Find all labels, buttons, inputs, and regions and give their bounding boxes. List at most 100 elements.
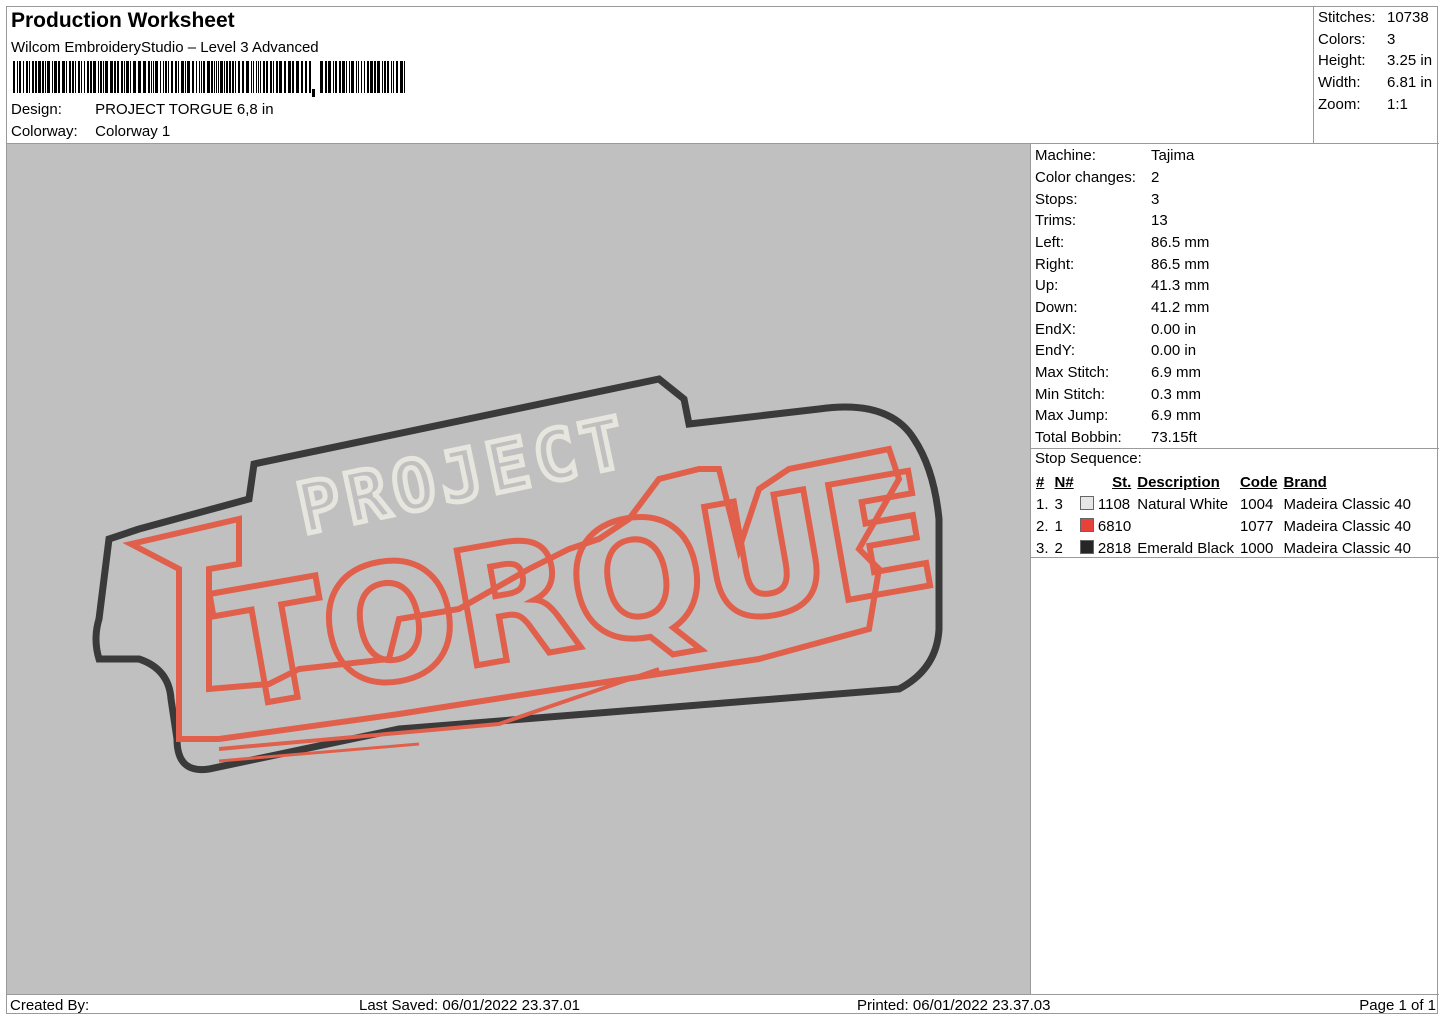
info-label: Trims: (1035, 212, 1077, 229)
col-header-num: # (1036, 473, 1045, 491)
summary-value: 3 (1387, 30, 1396, 48)
thread-description: Natural White (1137, 495, 1229, 513)
footer: Created By: Last Saved: 06/01/2022 23.37… (7, 994, 1439, 1016)
production-worksheet: Production Worksheet Wilcom EmbroiderySt… (6, 6, 1439, 1016)
info-label: Max Stitch: (1035, 364, 1110, 381)
stop-num: 3. (1036, 539, 1049, 557)
info-label: Up: (1035, 277, 1059, 294)
color-changes-row: Color changes: 2 (1035, 169, 1159, 186)
summary-label: Zoom: (1318, 95, 1361, 113)
summary-value: 10738 (1387, 9, 1429, 26)
info-value: 6.9 mm (1151, 407, 1202, 424)
stop-num: 1. (1036, 495, 1049, 513)
thread-description (1134, 515, 1237, 537)
summary-row: Zoom: 1:1 (1318, 96, 1432, 118)
endy-row: EndY: 0.00 in (1035, 342, 1196, 359)
info-label: EndY: (1035, 342, 1076, 359)
info-label: Machine: (1035, 147, 1096, 164)
info-value: 0.3 mm (1151, 386, 1202, 403)
info-label: EndX: (1035, 321, 1076, 338)
col-header-st: St. (1112, 473, 1132, 491)
design-value: PROJECT TORGUE 6,8 in (95, 101, 274, 118)
thread-brand: Madeira Classic 40 (1283, 539, 1412, 557)
header-panel: Production Worksheet Wilcom EmbroiderySt… (7, 7, 1314, 143)
info-value: 41.2 mm (1151, 299, 1210, 316)
table-row: 1. 3 1108 Natural White 1004 Madeira Cla… (1033, 493, 1414, 515)
col-header-brand: Brand (1283, 473, 1327, 491)
thread-code: 1077 (1239, 517, 1274, 535)
software-name: Wilcom EmbroideryStudio – Level 3 Advanc… (11, 39, 319, 56)
colorway-label: Colorway: (11, 123, 78, 140)
stitch-count: 6810 (1077, 515, 1135, 537)
info-value: 86.5 mm (1151, 234, 1210, 251)
colorway-row: Colorway: Colorway 1 (11, 123, 170, 140)
summary-value: 6.81 in (1387, 74, 1433, 92)
summary-row: Stitches: 10738 (1318, 9, 1432, 31)
printed-date: Printed: 06/01/2022 23.37.03 (857, 997, 1051, 1014)
info-value: Tajima (1151, 147, 1195, 164)
info-value: 0.00 in (1151, 321, 1197, 338)
stitch-count: 1108 (1077, 493, 1135, 515)
trims-row: Trims: 13 (1035, 212, 1168, 229)
section-divider (1031, 448, 1439, 449)
right-row: Right: 86.5 mm (1035, 256, 1209, 273)
stitch-count: 2818 (1077, 537, 1135, 559)
design-label: Design: (11, 101, 62, 118)
stop-num: 2. (1036, 517, 1049, 535)
down-row: Down: 41.2 mm (1035, 299, 1209, 316)
machine-row: Machine: Tajima (1035, 147, 1194, 164)
col-header-desc: Description (1137, 473, 1220, 491)
color-swatch (1079, 495, 1094, 510)
thread-code: 1004 (1239, 495, 1274, 513)
embroidery-design-image: PROJECT TORQUE (92, 375, 947, 774)
summary-label: Colors: (1318, 30, 1366, 48)
needle-num: 2 (1054, 539, 1063, 557)
table-row: 2. 1 6810 1077 Madeira Classic 40 (1033, 515, 1414, 537)
info-label: Left: (1035, 234, 1065, 251)
col-header-code: Code (1239, 473, 1278, 491)
needle-num: 1 (1054, 517, 1063, 535)
info-label: Color changes: (1035, 169, 1136, 186)
left-row: Left: 86.5 mm (1035, 234, 1209, 251)
stitch-value: 2818 (1097, 539, 1132, 557)
max-jump-row: Max Jump: 6.9 mm (1035, 407, 1201, 424)
worksheet-title: Production Worksheet (11, 9, 235, 32)
summary-panel: Stitches: 10738 Colors: 3 Height: 3.25 in W… (1314, 7, 1439, 143)
endx-row: EndX: 0.00 in (1035, 321, 1196, 338)
max-stitch-row: Max Stitch: 6.9 mm (1035, 364, 1201, 381)
page-number: Page 1 of 1 (1359, 997, 1436, 1014)
summary-label: Stitches: (1318, 9, 1376, 26)
info-label: Min Stitch: (1035, 386, 1106, 403)
info-value: 2 (1151, 169, 1160, 186)
section-divider (1031, 557, 1439, 558)
info-value: 86.5 mm (1151, 256, 1210, 273)
min-stitch-row: Min Stitch: 0.3 mm (1035, 386, 1201, 403)
summary-value: 3.25 in (1387, 52, 1433, 70)
machine-info-panel: Machine: Tajima Color changes: 2 Stops: 3 T… (1031, 144, 1439, 994)
created-by: Created By: (10, 997, 90, 1014)
needle-num: 3 (1054, 495, 1063, 513)
design-preview: PROJECT TORQUE (7, 144, 1031, 994)
info-label: Down: (1035, 299, 1078, 316)
info-label: Right: (1035, 256, 1075, 273)
colorway-value: Colorway 1 (95, 123, 171, 140)
stop-sequence-title: Stop Sequence: (1035, 450, 1142, 467)
summary-label: Width: (1318, 74, 1361, 92)
summary-label: Height: (1318, 52, 1366, 70)
stops-row: Stops: 3 (1035, 191, 1159, 208)
info-value: 6.9 mm (1151, 364, 1202, 381)
info-value: 13 (1151, 212, 1168, 229)
color-swatch (1079, 517, 1094, 532)
last-saved: Last Saved: 06/01/2022 23.37.01 (359, 997, 581, 1014)
summary-row: Width: 6.81 in (1318, 74, 1432, 96)
info-label: Stops: (1035, 191, 1078, 208)
info-value: 41.3 mm (1151, 277, 1210, 294)
thread-code: 1000 (1239, 539, 1274, 557)
info-value: 0.00 in (1151, 342, 1197, 359)
thread-brand: Madeira Classic 40 (1283, 517, 1412, 535)
table-header-row: # N# St. Description Code Brand (1033, 471, 1414, 493)
info-label: Max Jump: (1035, 407, 1109, 424)
info-value: 73.15ft (1151, 429, 1197, 446)
table-row: 3. 2 2818 Emerald Black 1000 Madeira Cla… (1033, 537, 1414, 559)
info-label: Total Bobbin: (1035, 429, 1122, 446)
